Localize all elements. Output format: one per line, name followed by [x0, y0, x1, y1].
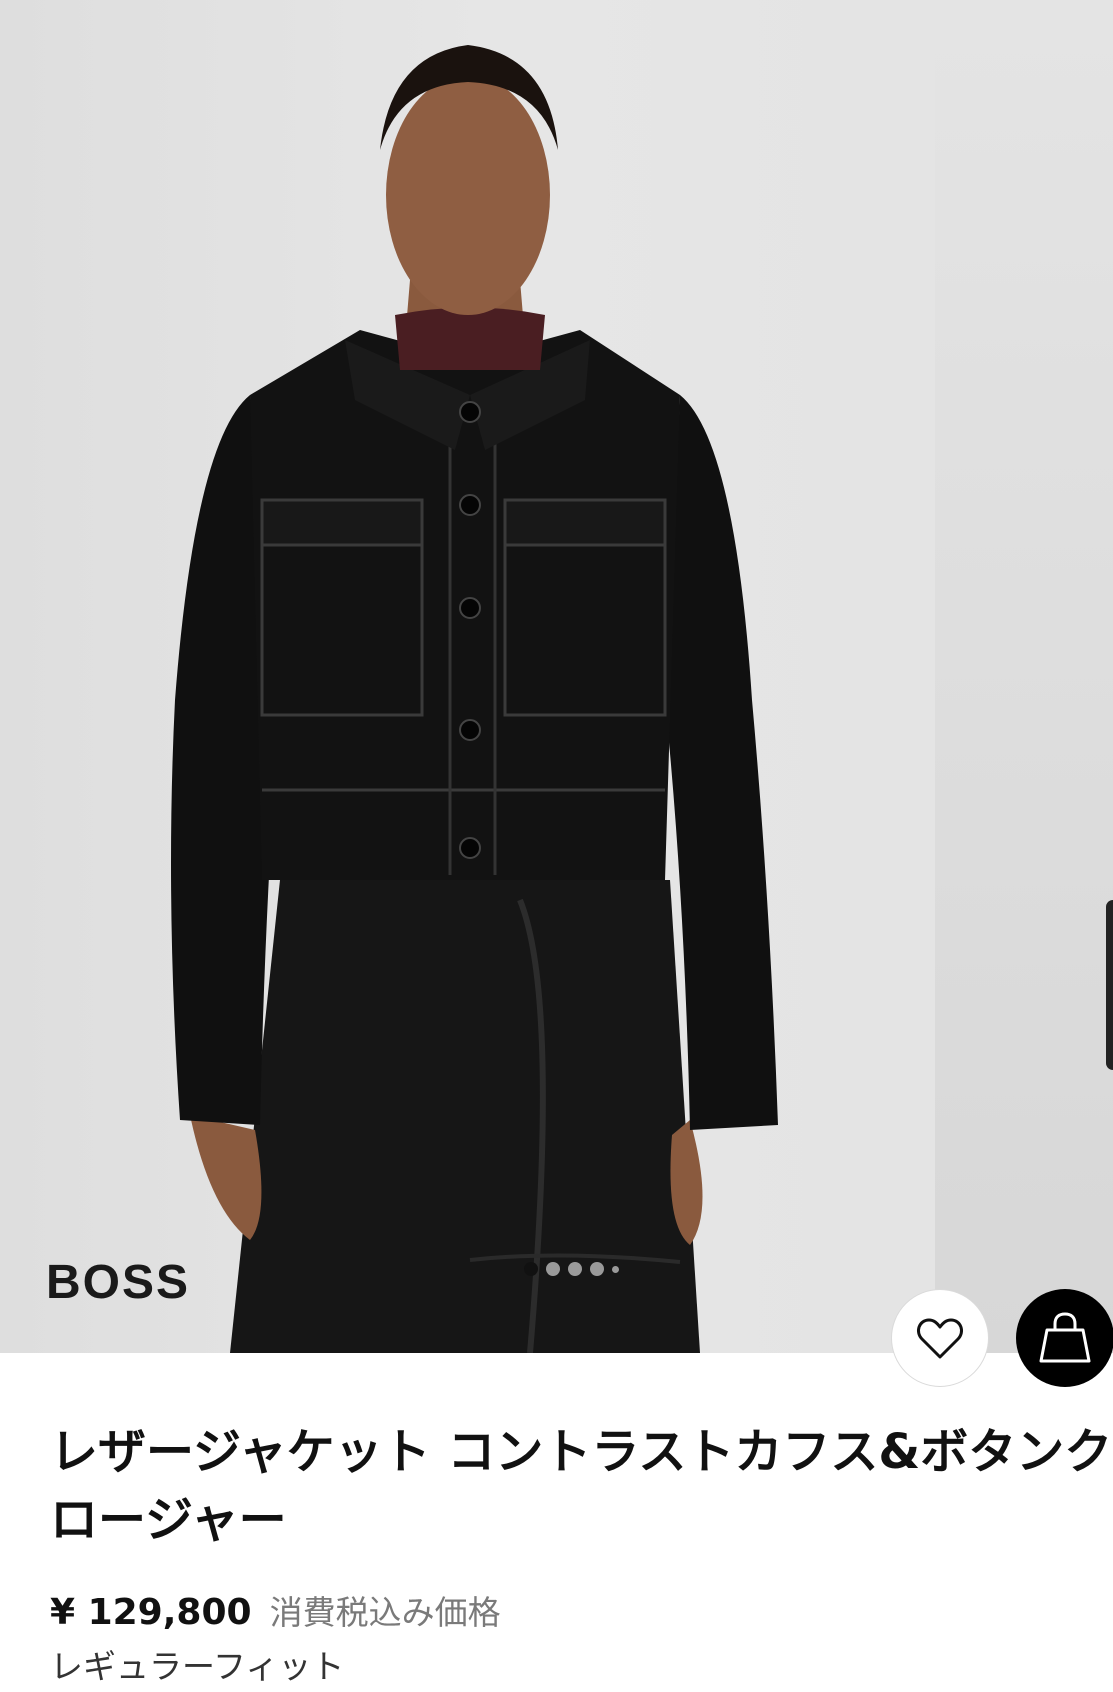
product-price: ¥ 129,800 — [50, 1592, 252, 1633]
heart-outline-icon — [917, 1318, 963, 1359]
next-image-preview[interactable] — [935, 0, 1113, 1353]
shopping-bag-icon — [1039, 1312, 1091, 1363]
carousel-indicator — [524, 1262, 619, 1276]
add-to-cart-button[interactable] — [1016, 1289, 1113, 1387]
product-title-line-2: ロージャー — [50, 1492, 287, 1548]
carousel-dot[interactable] — [524, 1262, 538, 1276]
next-image-model-edge — [1106, 900, 1113, 1070]
product-photo — [171, 45, 778, 1353]
brand-logo: BOSS — [46, 1256, 191, 1309]
carousel-dot[interactable] — [590, 1262, 604, 1276]
carousel-dot[interactable] — [546, 1262, 560, 1276]
tax-included-label: 消費税込み価格 — [269, 1593, 501, 1632]
carousel-dot[interactable] — [568, 1262, 582, 1276]
product-title: レザージャケット コントラストカフス&ボタンク ロージャー — [50, 1418, 1113, 1554]
carousel-dot[interactable] — [612, 1265, 619, 1273]
fit-label: レギュラーフィット — [50, 1647, 345, 1686]
wishlist-button[interactable] — [891, 1289, 989, 1387]
product-image-carousel[interactable]: BOSS — [0, 0, 1113, 1353]
price-row: ¥ 129,800 消費税込み価格 — [50, 1586, 501, 1634]
product-title-line-1: レザージャケット コントラストカフス&ボタンク — [50, 1424, 1113, 1480]
